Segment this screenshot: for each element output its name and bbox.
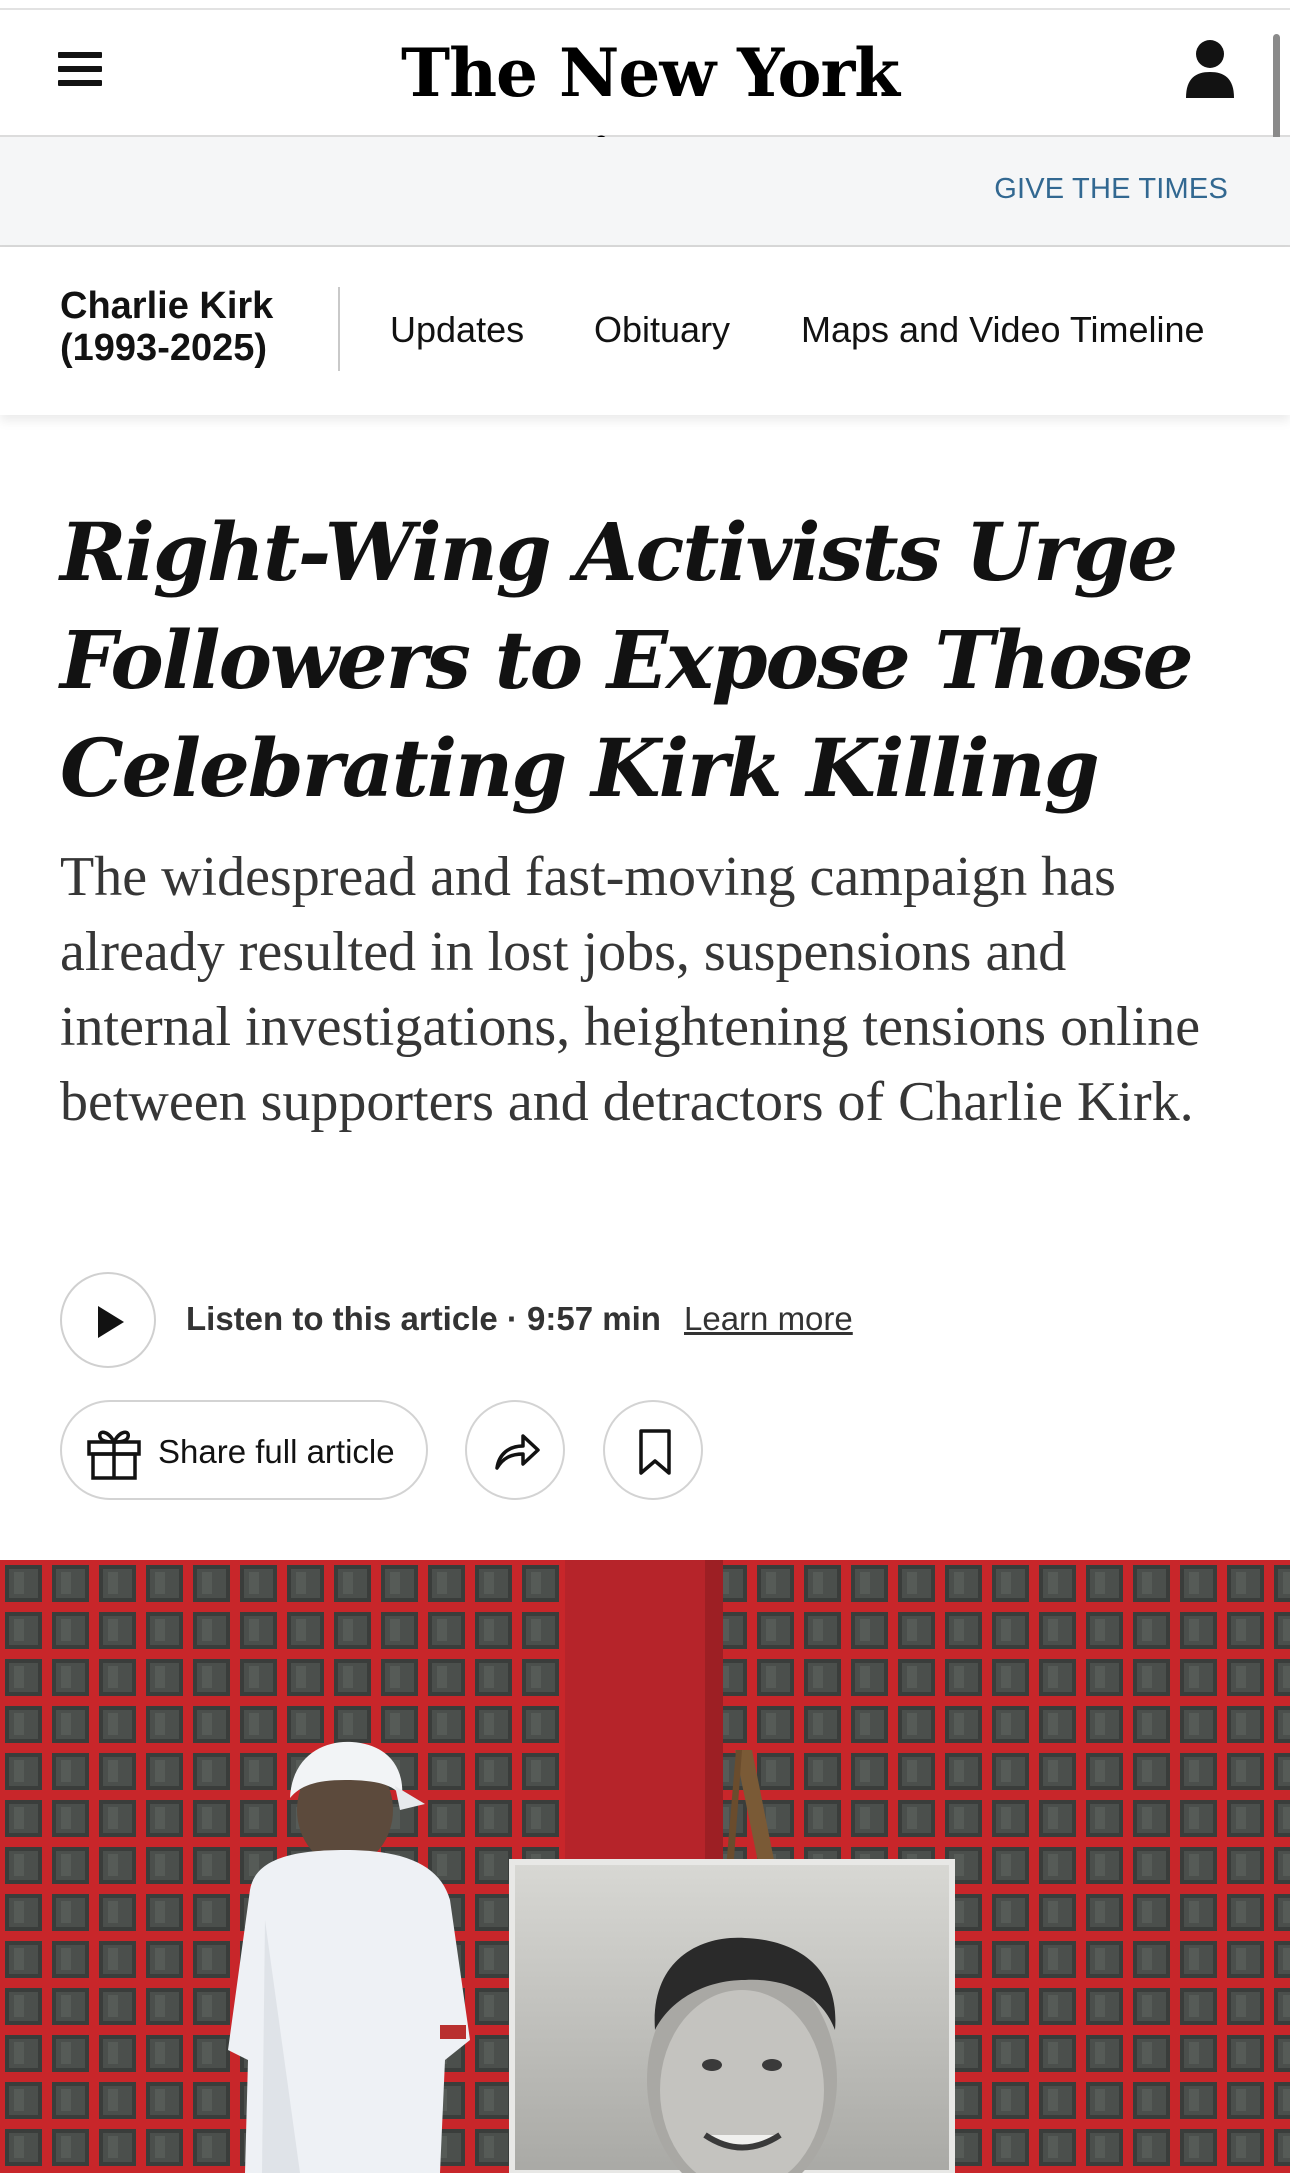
- subnav-item-obituary[interactable]: Obituary: [594, 309, 730, 351]
- subnav-title-line1: Charlie Kirk: [60, 285, 274, 327]
- subnav-item-maps-video[interactable]: Maps and Video Timeline: [801, 309, 1205, 351]
- subnav-topic-title[interactable]: Charlie Kirk (1993-2025): [60, 285, 330, 369]
- masthead: The New York Times: [0, 10, 1290, 202]
- play-icon: [98, 1306, 124, 1338]
- learn-more-link[interactable]: Learn more: [684, 1300, 853, 1338]
- share-full-article-label: Share full article: [158, 1433, 395, 1470]
- gift-icon: [87, 1430, 141, 1480]
- hamburger-menu-icon[interactable]: [58, 52, 104, 92]
- listen-duration-label: Listen to this article · 9:57 min: [186, 1300, 661, 1337]
- article-headline: Right-Wing Activists Urge Followers to E…: [60, 505, 1194, 815]
- topic-subnav: Charlie Kirk (1993-2025) Updates Obituar…: [0, 247, 1290, 415]
- save-bookmark-button[interactable]: [603, 1400, 703, 1500]
- promo-band: GIVE THE TIMES: [0, 137, 1290, 247]
- subnav-divider: [338, 287, 340, 371]
- article-summary: The widespread and fast-moving campaign …: [60, 846, 1201, 1133]
- top-edge: [0, 0, 1290, 10]
- give-the-times-link[interactable]: GIVE THE TIMES: [994, 173, 1228, 206]
- share-full-article-button[interactable]: Share full article: [60, 1400, 428, 1500]
- share-button[interactable]: [465, 1400, 565, 1500]
- lead-photo[interactable]: [0, 1560, 1290, 2173]
- nyt-logo[interactable]: The New York Times: [300, 28, 1000, 202]
- article-page: The New York Times GIVE THE TIMES Charli…: [0, 0, 1290, 2173]
- subnav-item-updates[interactable]: Updates: [390, 309, 524, 351]
- share-arrow-icon: [495, 1434, 540, 1470]
- subnav-title-line2: (1993-2025): [60, 327, 268, 369]
- bookmark-icon: [639, 1429, 671, 1475]
- account-person-icon[interactable]: [1184, 38, 1236, 100]
- play-audio-button[interactable]: [60, 1272, 156, 1368]
